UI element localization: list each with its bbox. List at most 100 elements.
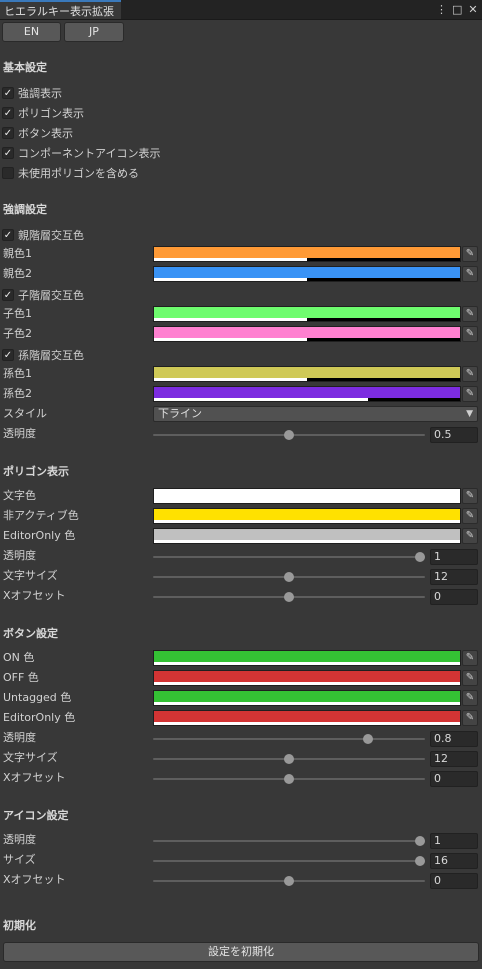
section-icon-title: アイコン設定 — [3, 809, 69, 822]
eyedropper-icon[interactable]: ✎ — [462, 326, 478, 342]
section-polygon-title: ポリゴン表示 — [3, 465, 69, 478]
checkbox-box[interactable]: ✓ — [2, 126, 14, 139]
child2-label: 子色2 — [3, 327, 32, 340]
polygon-offset-slider[interactable] — [153, 589, 425, 605]
checkbox-include-unused[interactable]: 未使用ポリゴンを含める — [2, 165, 139, 180]
checkbox-polygon[interactable]: ✓ ポリゴン表示 — [2, 105, 84, 120]
parent1-label: 親色1 — [3, 247, 32, 260]
button-opacity-field[interactable]: 0.8 — [430, 731, 478, 747]
checkbox-label: ボタン表示 — [18, 126, 73, 140]
child1-label: 子色1 — [3, 307, 32, 320]
eyedropper-icon[interactable]: ✎ — [462, 366, 478, 382]
checkbox-parent-alternate[interactable]: ✓ 親階層交互色 — [2, 227, 84, 242]
off-color-field[interactable] — [153, 670, 461, 686]
button-offset-label: Xオフセット — [3, 771, 66, 784]
checkbox-box[interactable]: ✓ — [2, 86, 14, 99]
checkbox-box[interactable]: ✓ — [2, 106, 14, 119]
polygon-size-field[interactable]: 12 — [430, 569, 478, 585]
slider-knob[interactable] — [284, 572, 294, 582]
inactive-color-field[interactable] — [153, 508, 461, 524]
slider-knob[interactable] — [415, 856, 425, 866]
child1-color-field[interactable] — [153, 306, 461, 322]
eyedropper-icon[interactable]: ✎ — [462, 266, 478, 282]
eyedropper-icon[interactable]: ✎ — [462, 710, 478, 726]
on-color-field[interactable] — [153, 650, 461, 666]
polygon-opacity-slider[interactable] — [153, 549, 425, 565]
checkbox-box[interactable]: ✓ — [2, 228, 14, 241]
slider-knob[interactable] — [415, 552, 425, 562]
checkbox-button[interactable]: ✓ ボタン表示 — [2, 125, 73, 140]
checkbox-grandchild-alternate[interactable]: ✓ 孫階層交互色 — [2, 347, 84, 362]
checkbox-child-alternate[interactable]: ✓ 子階層交互色 — [2, 287, 84, 302]
grand1-color-field[interactable] — [153, 366, 461, 382]
grand2-label: 孫色2 — [3, 387, 32, 400]
checkbox-label: 親階層交互色 — [18, 228, 84, 242]
eyedropper-icon[interactable]: ✎ — [462, 690, 478, 706]
polygon-opacity-label: 透明度 — [3, 549, 36, 562]
lang-jp-button[interactable]: JP — [64, 22, 124, 42]
close-icon[interactable]: ✕ — [468, 3, 478, 16]
highlight-opacity-field[interactable]: 0.5 — [430, 427, 478, 443]
button-editoronly-color-field[interactable] — [153, 710, 461, 726]
window-tab[interactable]: ヒエラルキー表示拡張 — [0, 0, 121, 19]
parent1-color-field[interactable] — [153, 246, 461, 262]
checkbox-box[interactable]: ✓ — [2, 146, 14, 159]
button-offset-field[interactable]: 0 — [430, 771, 478, 787]
checkbox-box[interactable]: ✓ — [2, 288, 14, 301]
button-opacity-slider[interactable] — [153, 731, 425, 747]
icon-size-slider[interactable] — [153, 853, 425, 869]
slider-knob[interactable] — [415, 836, 425, 846]
button-size-slider[interactable] — [153, 751, 425, 767]
eyedropper-icon[interactable]: ✎ — [462, 650, 478, 666]
button-size-field[interactable]: 12 — [430, 751, 478, 767]
checkbox-box[interactable] — [2, 166, 14, 179]
eyedropper-icon[interactable]: ✎ — [462, 508, 478, 524]
checkbox-box[interactable]: ✓ — [2, 348, 14, 361]
polygon-offset-field[interactable]: 0 — [430, 589, 478, 605]
eyedropper-icon[interactable]: ✎ — [462, 306, 478, 322]
polygon-size-slider[interactable] — [153, 569, 425, 585]
eyedropper-icon[interactable]: ✎ — [462, 246, 478, 262]
icon-opacity-slider[interactable] — [153, 833, 425, 849]
lang-en-button[interactable]: EN — [2, 22, 61, 42]
editoronly-color-field[interactable] — [153, 528, 461, 544]
window-titlebar: ヒエラルキー表示拡張 ⋮ □ ✕ — [0, 0, 482, 20]
slider-knob[interactable] — [284, 430, 294, 440]
eyedropper-icon[interactable]: ✎ — [462, 488, 478, 504]
icon-offset-field[interactable]: 0 — [430, 873, 478, 889]
eyedropper-icon[interactable]: ✎ — [462, 528, 478, 544]
child2-color-field[interactable] — [153, 326, 461, 342]
icon-size-field[interactable]: 16 — [430, 853, 478, 869]
polygon-size-label: 文字サイズ — [3, 569, 58, 582]
maximize-icon[interactable]: □ — [452, 3, 462, 16]
style-dropdown-value: 下ライン — [158, 407, 202, 420]
text-color-field[interactable] — [153, 488, 461, 504]
style-dropdown[interactable]: 下ライン ▼ — [153, 406, 478, 422]
highlight-opacity-slider[interactable] — [153, 427, 425, 443]
checkbox-highlight[interactable]: ✓ 強調表示 — [2, 85, 62, 100]
reset-settings-button[interactable]: 設定を初期化 — [3, 942, 479, 962]
grand2-color-field[interactable] — [153, 386, 461, 402]
grand1-label: 孫色1 — [3, 367, 32, 380]
section-highlight-title: 強調設定 — [3, 203, 47, 216]
button-offset-slider[interactable] — [153, 771, 425, 787]
button-opacity-label: 透明度 — [3, 731, 36, 744]
polygon-opacity-field[interactable]: 1 — [430, 549, 478, 565]
slider-knob[interactable] — [284, 592, 294, 602]
icon-offset-slider[interactable] — [153, 873, 425, 889]
slider-knob[interactable] — [284, 754, 294, 764]
untagged-color-field[interactable] — [153, 690, 461, 706]
checkbox-label: 孫階層交互色 — [18, 348, 84, 362]
checkbox-component-icon[interactable]: ✓ コンポーネントアイコン表示 — [2, 145, 160, 160]
inactive-color-label: 非アクティブ色 — [3, 509, 79, 522]
menu-kebab-icon[interactable]: ⋮ — [436, 3, 447, 16]
eyedropper-icon[interactable]: ✎ — [462, 670, 478, 686]
slider-knob[interactable] — [284, 774, 294, 784]
icon-opacity-field[interactable]: 1 — [430, 833, 478, 849]
style-label: スタイル — [3, 407, 47, 420]
parent2-color-field[interactable] — [153, 266, 461, 282]
eyedropper-icon[interactable]: ✎ — [462, 386, 478, 402]
slider-knob[interactable] — [284, 876, 294, 886]
slider-knob[interactable] — [362, 734, 373, 744]
on-color-label: ON 色 — [3, 651, 35, 664]
